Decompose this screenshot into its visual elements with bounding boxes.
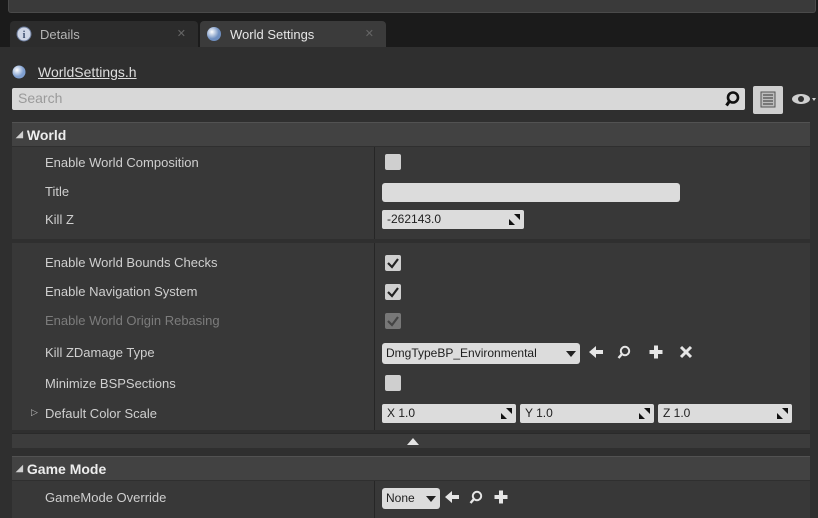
prop-kill-z: Kill Z -262143.0 bbox=[12, 205, 810, 233]
tab-world-settings[interactable]: World Settings ✕ bbox=[200, 21, 386, 47]
prop-enable-world-origin-rebasing: Enable World Origin Rebasing bbox=[12, 306, 810, 334]
plus-icon[interactable] bbox=[493, 489, 509, 505]
plus-icon[interactable] bbox=[648, 344, 664, 360]
color-scale-z-input[interactable]: Z 1.0 bbox=[658, 404, 792, 423]
info-icon: i bbox=[16, 26, 32, 42]
chevron-down-icon bbox=[426, 496, 436, 502]
view-options-button[interactable] bbox=[753, 86, 783, 114]
category-game-mode-title: Game Mode bbox=[26, 460, 107, 477]
prop-label: Enable World Bounds Checks bbox=[45, 255, 218, 270]
prop-label: Enable World Origin Rebasing bbox=[45, 313, 220, 328]
checkmark-icon bbox=[387, 316, 399, 327]
spin-arrows-icon[interactable] bbox=[509, 214, 520, 225]
category-world-title: World bbox=[26, 126, 67, 143]
prop-default-color-scale: ▷ Default Color Scale X 1.0 Y 1.0 Z 1.0 bbox=[12, 399, 810, 427]
title-input[interactable] bbox=[382, 183, 680, 202]
kill-zdamage-type-combo[interactable]: DmgTypeBP_Environmental bbox=[382, 343, 580, 364]
color-scale-y-value: Y 1.0 bbox=[525, 406, 553, 420]
close-icon[interactable]: ✕ bbox=[365, 27, 374, 40]
enable-world-composition-checkbox[interactable] bbox=[385, 154, 401, 170]
tab-strip: i Details ✕ World Settings ✕ bbox=[0, 21, 818, 47]
magnify-icon[interactable] bbox=[468, 489, 484, 505]
enable-world-origin-rebasing-checkbox bbox=[385, 313, 401, 329]
collapse-triangle-icon: ◢ bbox=[16, 129, 23, 139]
prop-label: Kill Z bbox=[45, 212, 74, 227]
prop-label: Title bbox=[45, 184, 70, 199]
chevron-down-icon bbox=[566, 351, 576, 357]
arrow-left-icon[interactable] bbox=[588, 344, 604, 360]
collapse-triangle-icon: ◢ bbox=[16, 463, 23, 473]
arrow-left-icon[interactable] bbox=[444, 489, 460, 505]
tab-world-settings-label: World Settings bbox=[230, 26, 315, 42]
kill-z-value: -262143.0 bbox=[387, 212, 442, 226]
top-bar-frame bbox=[8, 0, 816, 13]
globe-icon bbox=[12, 65, 26, 79]
color-scale-x-value: X 1.0 bbox=[387, 406, 416, 420]
prop-label: Minimize BSPSections bbox=[45, 376, 176, 391]
checkmark-icon bbox=[387, 258, 399, 269]
prop-label: Enable Navigation System bbox=[45, 284, 198, 299]
search-input[interactable]: Search bbox=[12, 88, 745, 110]
spin-arrows-icon[interactable] bbox=[501, 408, 512, 419]
expand-triangle-icon[interactable]: ▷ bbox=[31, 407, 38, 418]
prop-label: GameMode Override bbox=[45, 490, 167, 505]
search-icon[interactable] bbox=[725, 90, 743, 108]
category-world[interactable]: ◢ World bbox=[12, 122, 810, 146]
chevron-up-icon bbox=[407, 438, 419, 445]
checkmark-icon bbox=[387, 287, 399, 298]
gamemode-override-value: None bbox=[386, 491, 415, 505]
prop-minimize-bspsections: Minimize BSPSections bbox=[12, 369, 810, 397]
x-icon[interactable] bbox=[678, 344, 694, 360]
eye-icon[interactable] bbox=[790, 90, 816, 108]
enable-world-bounds-checks-checkbox[interactable] bbox=[385, 255, 401, 271]
close-icon[interactable]: ✕ bbox=[177, 27, 186, 40]
enable-navigation-system-checkbox[interactable] bbox=[385, 284, 401, 300]
color-scale-x-input[interactable]: X 1.0 bbox=[382, 404, 516, 423]
prop-gamemode-override: GameMode Override None bbox=[12, 483, 810, 511]
prop-label: Enable World Composition bbox=[45, 155, 199, 170]
color-scale-y-input[interactable]: Y 1.0 bbox=[520, 404, 654, 423]
kill-z-input[interactable]: -262143.0 bbox=[382, 210, 524, 229]
prop-label: Kill ZDamage Type bbox=[45, 345, 155, 360]
prop-enable-navigation-system: Enable Navigation System bbox=[12, 277, 810, 305]
gamemode-override-combo[interactable]: None bbox=[382, 488, 440, 509]
prop-enable-world-composition: Enable World Composition bbox=[12, 148, 810, 176]
advanced-collapse-bar[interactable] bbox=[12, 433, 810, 448]
prop-kill-zdamage-type: Kill ZDamage Type DmgTypeBP_Environmenta… bbox=[12, 338, 810, 366]
tab-details-label: Details bbox=[40, 26, 80, 42]
top-bar bbox=[0, 0, 818, 18]
svg-text:i: i bbox=[23, 30, 26, 41]
globe-icon bbox=[207, 27, 221, 41]
spin-arrows-icon[interactable] bbox=[639, 408, 650, 419]
prop-label: Default Color Scale bbox=[45, 406, 157, 421]
list-view-icon bbox=[760, 91, 776, 108]
prop-enable-world-bounds-checks: Enable World Bounds Checks bbox=[12, 248, 810, 276]
category-game-mode[interactable]: ◢ Game Mode bbox=[12, 456, 810, 480]
class-link-row: WorldSettings.h bbox=[12, 62, 137, 82]
tab-details[interactable]: i Details ✕ bbox=[10, 21, 198, 47]
spin-arrows-icon[interactable] bbox=[777, 408, 788, 419]
kill-zdamage-type-value: DmgTypeBP_Environmental bbox=[386, 346, 537, 360]
source-file-link[interactable]: WorldSettings.h bbox=[38, 64, 137, 80]
magnify-icon[interactable] bbox=[616, 344, 632, 360]
prop-title: Title bbox=[12, 177, 810, 205]
color-scale-z-value: Z 1.0 bbox=[663, 406, 691, 420]
minimize-bspsections-checkbox[interactable] bbox=[385, 375, 401, 391]
